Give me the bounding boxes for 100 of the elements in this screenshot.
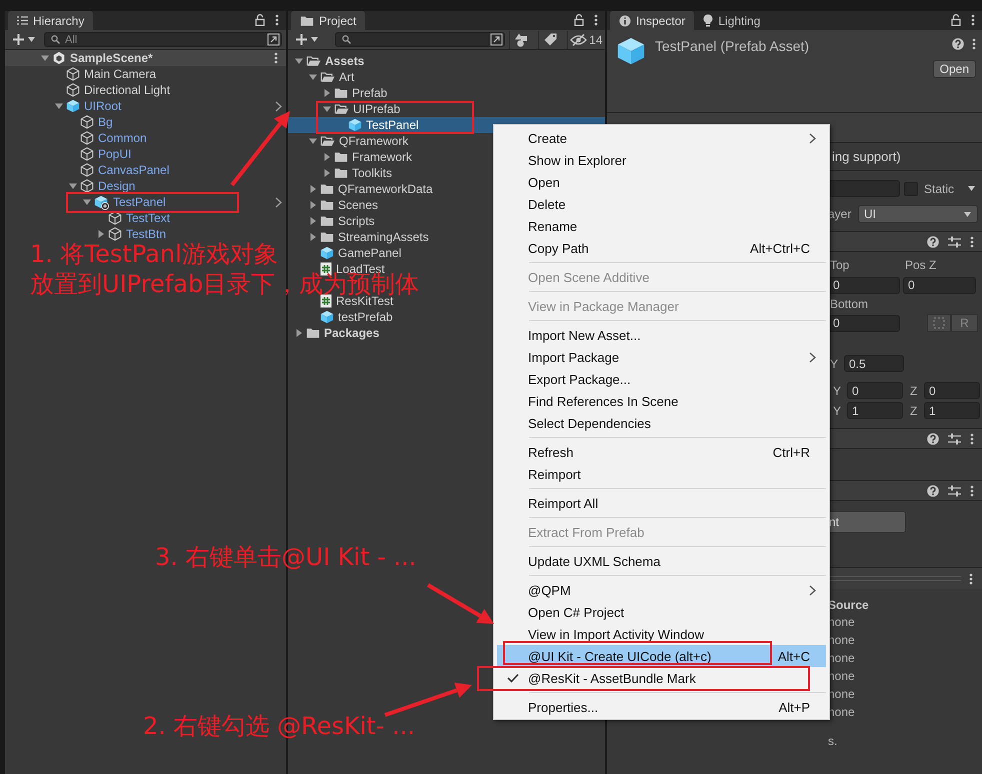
tree-item[interactable]: testPrefab <box>320 309 393 325</box>
open-button[interactable]: Open <box>932 60 976 78</box>
panel-tab[interactable]: Inspector <box>610 11 694 30</box>
sliders-icon[interactable] <box>948 432 961 444</box>
more-options-icon[interactable] <box>970 236 974 248</box>
tree-item[interactable]: Scenes <box>320 197 378 213</box>
menu-item[interactable]: Update UXML Schema <box>497 550 826 572</box>
lock-icon[interactable] <box>255 14 265 26</box>
lock-icon[interactable] <box>574 14 584 26</box>
menu-item[interactable]: Reimport All <box>497 492 826 514</box>
expanded-arrow-icon[interactable] <box>55 102 63 110</box>
hidden-packages-toggle[interactable]: 14 <box>566 30 606 48</box>
chevron-right-icon[interactable] <box>275 196 282 208</box>
tree-item[interactable]: Packages <box>306 325 380 341</box>
blueprint-mode-button[interactable] <box>927 314 951 332</box>
tree-item[interactable]: Toolkits <box>334 165 392 181</box>
menu-item[interactable]: Find References In Scene <box>497 390 826 412</box>
tree-item[interactable]: CanvasPanel <box>80 162 170 178</box>
expanded-arrow-icon[interactable] <box>41 54 49 62</box>
chevron-right-icon[interactable] <box>275 100 282 112</box>
number-field[interactable]: 1 <box>924 402 980 419</box>
tree-item[interactable]: Prefab <box>334 85 388 101</box>
tree-item[interactable]: TestBtn <box>108 226 166 242</box>
panel-tab[interactable]: Hierarchy <box>8 11 94 30</box>
tree-item[interactable]: PopUI <box>80 146 132 162</box>
menu-item[interactable]: Open <box>497 171 826 193</box>
menu-item[interactable]: Rename <box>497 215 826 237</box>
expand-window-icon[interactable] <box>267 33 280 46</box>
menu-item[interactable]: Copy Path Alt+Ctrl+C <box>497 237 826 259</box>
lock-icon[interactable] <box>951 14 961 26</box>
menu-item[interactable]: Show in Explorer <box>497 149 826 171</box>
expanded-arrow-icon[interactable] <box>323 105 331 113</box>
menu-item[interactable]: Reimport <box>497 463 826 485</box>
collapsed-arrow-icon[interactable] <box>309 217 317 225</box>
tree-item[interactable]: TestPanel <box>94 194 166 210</box>
collapsed-arrow-icon[interactable] <box>309 201 317 209</box>
expanded-arrow-icon[interactable] <box>83 198 91 206</box>
collapsed-arrow-icon[interactable] <box>309 233 317 241</box>
collapsed-arrow-icon[interactable] <box>323 153 331 161</box>
help-icon[interactable] <box>927 432 939 444</box>
name-field[interactable] <box>828 180 900 197</box>
expanded-arrow-icon[interactable] <box>69 182 77 190</box>
tree-item[interactable]: Art <box>320 69 354 85</box>
menu-item[interactable]: Create <box>497 127 826 149</box>
tree-item[interactable]: Scripts <box>320 213 375 229</box>
collapsed-arrow-icon[interactable] <box>323 169 331 177</box>
help-icon[interactable] <box>952 38 964 50</box>
more-options-icon[interactable] <box>971 14 975 26</box>
caret-down-icon[interactable] <box>968 186 975 191</box>
tree-item[interactable]: StreamingAssets <box>320 229 429 245</box>
number-field[interactable]: 0 <box>924 382 980 399</box>
tree-item[interactable]: Main Camera <box>66 66 156 82</box>
tree-item[interactable]: Common <box>80 130 147 146</box>
tree-item[interactable]: QFramework <box>320 133 408 149</box>
menu-item[interactable]: @QPM <box>497 579 826 601</box>
more-options-icon[interactable] <box>594 14 598 26</box>
tree-item[interactable]: Design <box>80 178 136 194</box>
panel-tab[interactable]: Project <box>291 11 366 30</box>
expand-window-icon[interactable] <box>490 33 503 46</box>
collapsed-arrow-icon[interactable] <box>295 329 303 337</box>
tree-item[interactable]: Assets <box>306 53 364 69</box>
number-field[interactable]: 0 <box>828 276 900 294</box>
collapsed-arrow-icon[interactable] <box>309 185 317 193</box>
tree-item[interactable]: QFrameworkData <box>320 181 433 197</box>
more-options-icon[interactable] <box>274 52 278 64</box>
collapsed-arrow-icon[interactable] <box>323 89 331 97</box>
tree-item[interactable]: Bg <box>80 114 113 130</box>
more-options-icon[interactable] <box>970 484 974 496</box>
number-field[interactable]: 0.5 <box>844 355 904 372</box>
tree-item[interactable]: UIRoot <box>66 98 122 114</box>
menu-item[interactable]: Export Package... <box>497 368 826 390</box>
more-options-icon[interactable] <box>970 432 974 444</box>
tree-item[interactable]: TestText <box>108 210 170 226</box>
search-field[interactable]: All <box>44 32 282 47</box>
search-field[interactable] <box>335 32 505 47</box>
menu-item[interactable]: @ResKit - AssetBundle Mark <box>497 667 826 689</box>
more-options-icon[interactable] <box>969 572 973 584</box>
tree-item[interactable]: GamePanel <box>320 245 402 261</box>
more-options-icon[interactable] <box>972 38 976 50</box>
sliders-icon[interactable] <box>948 236 961 248</box>
tree-item[interactable]: Directional Light <box>66 82 170 98</box>
menu-item[interactable]: Delete <box>497 193 826 215</box>
number-field[interactable]: 1 <box>847 402 903 419</box>
menu-item[interactable]: Select Dependencies <box>497 412 826 434</box>
number-field[interactable]: 0 <box>903 276 976 294</box>
help-icon[interactable] <box>927 484 939 496</box>
menu-item[interactable]: View in Import Activity Window <box>497 623 826 645</box>
tree-item[interactable]: UIPrefab <box>334 101 400 117</box>
expanded-arrow-icon[interactable] <box>309 137 317 145</box>
sliders-icon[interactable] <box>948 484 961 496</box>
layer-dropdown[interactable]: UI <box>858 205 978 223</box>
more-options-icon[interactable] <box>275 14 279 26</box>
menu-item[interactable]: Import Package <box>497 346 826 368</box>
collapsed-arrow-icon[interactable] <box>97 230 105 238</box>
help-icon[interactable] <box>927 236 939 248</box>
expanded-arrow-icon[interactable] <box>309 73 317 81</box>
expanded-arrow-icon[interactable] <box>295 57 303 65</box>
menu-item[interactable]: Properties... Alt+P <box>497 696 826 718</box>
menu-item[interactable]: Import New Asset... <box>497 324 826 346</box>
menu-item[interactable]: Open C# Project <box>497 601 826 623</box>
